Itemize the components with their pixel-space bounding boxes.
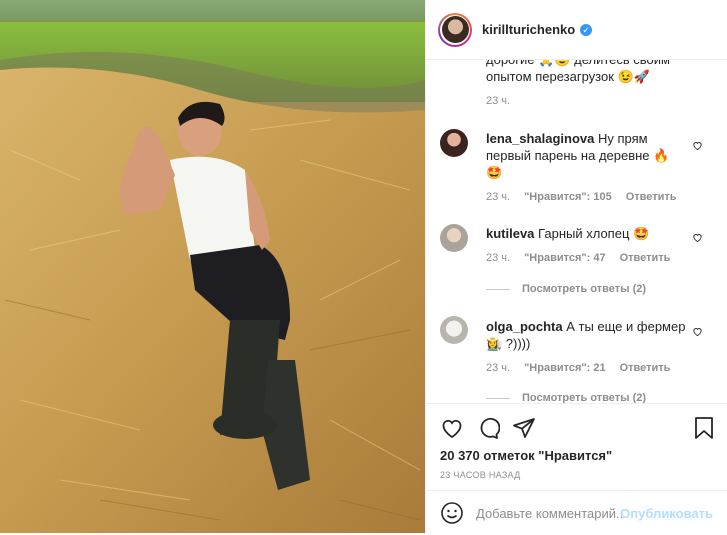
comment-body: А ты еще и фермер xyxy=(566,319,686,334)
heart-icon[interactable] xyxy=(440,416,464,440)
comment-input[interactable]: Добавьте комментарий... xyxy=(476,506,627,521)
post-image xyxy=(0,0,425,533)
likes-count[interactable]: 20 370 отметок "Нравится" xyxy=(440,448,612,463)
comment-item: lena_shalaginova Ну прям первый парень н… xyxy=(486,130,698,203)
comment-body-line2: 👩‍🌾 ?)))) xyxy=(486,336,531,351)
reply-button[interactable]: Ответить xyxy=(626,191,677,203)
comment-likes[interactable]: "Нравится": 21 xyxy=(524,362,605,374)
view-replies-button[interactable]: Посмотреть ответы (2) xyxy=(486,392,646,403)
comment-time: 23 ч. xyxy=(486,191,511,203)
comment-body: Гарный хлопец 🤩 xyxy=(538,226,650,241)
comment-likes[interactable]: "Нравится": 105 xyxy=(524,191,612,203)
comment-time: 23 ч. xyxy=(486,362,511,374)
caption-line1: дорогие 🙏😉 делитесь своим xyxy=(486,60,706,68)
caption-block: дорогие 🙏😉 делитесь своим опытом перезаг… xyxy=(486,60,706,107)
publish-button[interactable]: Опубликовать xyxy=(620,506,713,521)
comment-body-line2: первый парень на деревне 🔥 xyxy=(486,148,670,163)
comment-avatar[interactable] xyxy=(440,224,468,252)
comment-meta: 23 ч. "Нравится": 21 Ответить xyxy=(486,362,698,374)
comment-likes[interactable]: "Нравится": 47 xyxy=(524,252,605,264)
divider-line xyxy=(486,397,510,399)
author-username[interactable]: kirillturichenko xyxy=(482,22,575,37)
reply-button[interactable]: Ответить xyxy=(620,362,671,374)
post-photo[interactable] xyxy=(0,0,425,533)
verified-icon: ✓ xyxy=(580,23,593,36)
view-replies-label: Посмотреть ответы (2) xyxy=(522,283,647,295)
avatar-image xyxy=(441,16,469,43)
comment-avatar[interactable] xyxy=(440,316,468,344)
comment-text: kutileva Гарный хлопец 🤩 xyxy=(486,225,698,242)
comment-time: 23 ч. xyxy=(486,95,511,107)
view-replies-label: Посмотреть ответы (2) xyxy=(522,392,647,403)
view-replies-button[interactable]: Посмотреть ответы (2) xyxy=(486,283,646,295)
comment-item: olga_pochta А ты еще и фермер 👩‍🌾 ?)))) … xyxy=(486,318,698,374)
post-view: kirillturichenko ✓ дорогие 🙏😉 делитесь с… xyxy=(0,0,727,533)
comment-avatar[interactable] xyxy=(440,129,468,157)
comment-username[interactable]: kutileva xyxy=(486,226,534,241)
author-avatar[interactable] xyxy=(438,12,472,47)
share-icon[interactable] xyxy=(512,416,536,440)
comment-text: olga_pochta А ты еще и фермер xyxy=(486,318,698,335)
comment-meta: 23 ч. "Нравится": 105 Ответить xyxy=(486,191,698,203)
caption-line2: опытом перезагрузок 😉🚀 xyxy=(486,69,650,84)
post-panel: kirillturichenko ✓ дорогие 🙏😉 делитесь с… xyxy=(425,0,727,533)
comment-item: kutileva Гарный хлопец 🤩 23 ч. "Нравится… xyxy=(486,225,698,264)
comment-username[interactable]: lena_shalaginova xyxy=(486,131,594,146)
emoji-icon[interactable] xyxy=(440,501,464,525)
reply-button[interactable]: Ответить xyxy=(620,252,671,264)
caption-meta: 23 ч. xyxy=(486,95,706,107)
action-icons xyxy=(440,416,536,440)
comment-meta: 23 ч. "Нравится": 47 Ответить xyxy=(486,252,698,264)
post-header: kirillturichenko ✓ xyxy=(426,0,727,60)
comment-like-icon[interactable] xyxy=(692,232,703,243)
divider-line xyxy=(486,288,510,290)
comment-like-icon[interactable] xyxy=(692,140,703,151)
bookmark-icon[interactable] xyxy=(693,416,715,440)
avatar-frame xyxy=(440,14,470,45)
comment-body: Ну прям xyxy=(598,131,648,146)
add-comment-bar: Добавьте комментарий... Опубликовать xyxy=(426,490,727,535)
comment-like-icon[interactable] xyxy=(692,326,703,337)
comments-list[interactable]: дорогие 🙏😉 делитесь своим опытом перезаг… xyxy=(426,60,727,403)
comment-icon[interactable] xyxy=(476,416,500,440)
comment-body-line3: 🤩 xyxy=(486,165,503,180)
post-time-ago: 23 ЧАСОВ НАЗАД xyxy=(440,470,521,480)
comment-username[interactable]: olga_pochta xyxy=(486,319,563,334)
comment-text: lena_shalaginova Ну прям xyxy=(486,130,698,147)
comment-time: 23 ч. xyxy=(486,252,511,264)
post-actions: 20 370 отметок "Нравится" 23 ЧАСОВ НАЗАД… xyxy=(426,403,727,534)
